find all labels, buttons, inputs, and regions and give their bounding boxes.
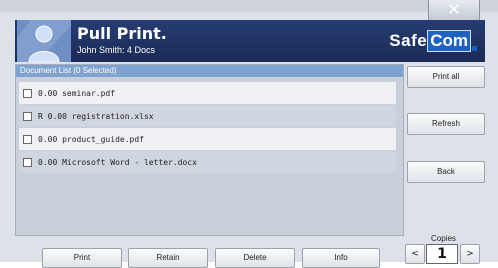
close-icon: ✕ <box>447 0 461 19</box>
copies-input[interactable]: 1 <box>426 244 458 264</box>
document-label: 0.00 seminar.pdf <box>38 88 116 98</box>
document-label: 0.00 product_guide.pdf <box>38 134 144 144</box>
close-button[interactable]: ✕ <box>428 0 480 21</box>
print-button[interactable]: Print <box>42 248 122 268</box>
document-list-header: Document List (0 Selected) <box>16 65 403 77</box>
user-doc-count: John Smith: 4 Docs <box>77 45 156 55</box>
page-title: Pull Print. <box>77 24 167 43</box>
safecom-logo: Safe Com <box>389 30 477 52</box>
document-label: 0.00 Microsoft Word - letter.docx <box>38 157 197 167</box>
list-item[interactable]: 0.00 seminar.pdf <box>19 82 396 104</box>
user-icon <box>17 20 71 62</box>
copies-label: Copies <box>431 234 456 243</box>
checkbox[interactable] <box>23 88 32 98</box>
logo-dot <box>472 46 477 51</box>
print-all-button[interactable]: Print all <box>407 66 485 88</box>
list-item[interactable]: 0.00 Microsoft Word - letter.docx <box>19 151 396 173</box>
list-item[interactable]: 0.00 product_guide.pdf <box>19 128 396 150</box>
checkbox[interactable] <box>23 157 32 167</box>
checkbox[interactable] <box>23 111 32 121</box>
document-label: R 0.00 registration.xlsx <box>38 111 154 121</box>
decrement-copies-button[interactable]: < <box>405 244 425 264</box>
header-bar: Pull Print. John Smith: 4 Docs Safe Com <box>15 20 485 62</box>
logo-text-com: Com <box>427 30 471 52</box>
retain-button[interactable]: Retain <box>128 248 208 268</box>
document-list: Document List (0 Selected) 0.00 seminar.… <box>15 64 404 236</box>
refresh-button[interactable]: Refresh <box>407 113 485 135</box>
increment-copies-button[interactable]: > <box>460 244 480 264</box>
back-button[interactable]: Back <box>407 161 485 183</box>
title-strip <box>0 0 498 12</box>
list-item[interactable]: R 0.00 registration.xlsx <box>19 105 396 127</box>
info-button[interactable]: Info <box>302 248 380 268</box>
checkbox[interactable] <box>23 134 32 144</box>
logo-text-safe: Safe <box>389 31 428 50</box>
delete-button[interactable]: Delete <box>215 248 295 268</box>
